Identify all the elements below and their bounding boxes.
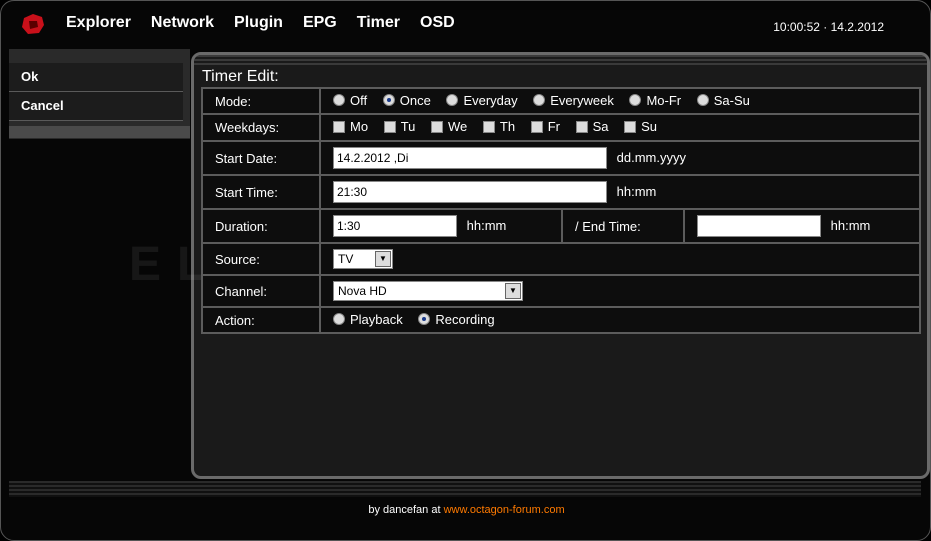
checkbox-icon — [383, 120, 396, 133]
checkbox-icon — [482, 120, 495, 133]
panel-title: Timer Edit: — [202, 68, 279, 85]
action-recording-radio[interactable]: Recording — [418, 312, 495, 327]
channel-row: Channel: Nova HD ▼ — [201, 274, 921, 308]
duration-label: Duration: — [201, 208, 321, 244]
start-date-hint: dd.mm.yyyy — [616, 150, 686, 165]
clock: 10:00:52 · 14.2.2012 — [773, 20, 884, 34]
duration-row: Duration: hh:mm / End Time: hh:mm — [201, 208, 921, 244]
radio-selected-icon — [382, 94, 395, 107]
mode-row: Mode: Off Once Everyday Everyweek Mo-Fr … — [201, 87, 921, 115]
panel-header-stripes — [194, 55, 927, 67]
end-time-input[interactable] — [697, 215, 821, 237]
radio-icon — [446, 94, 459, 107]
cancel-button[interactable]: Cancel — [9, 92, 183, 121]
radio-icon — [696, 94, 709, 107]
nav-osd[interactable]: OSD — [420, 14, 455, 32]
action-row: Action: Playback Recording — [201, 306, 921, 334]
nav-plugin[interactable]: Plugin — [234, 14, 283, 32]
octagon-logo-icon — [22, 14, 44, 34]
radio-icon — [333, 94, 345, 107]
mode-label: Mode: — [201, 87, 321, 115]
mode-everyday-radio[interactable]: Everyday — [446, 93, 518, 108]
source-row: Source: TV ▼ — [201, 242, 921, 276]
weekday-tu-checkbox[interactable]: Tu — [383, 119, 415, 134]
nav-network[interactable]: Network — [151, 14, 214, 32]
mode-options: Off Once Everyday Everyweek Mo-Fr Sa-Su — [319, 87, 921, 115]
start-time-hint: hh:mm — [616, 184, 657, 199]
start-time-label: Start Time: — [201, 174, 321, 210]
mode-everyweek-radio[interactable]: Everyweek — [533, 93, 614, 108]
nav-timer[interactable]: Timer — [357, 14, 400, 32]
ok-button[interactable]: Ok — [9, 63, 183, 92]
top-bar: Explorer Network Plugin EPG Timer OSD 10… — [1, 1, 930, 49]
footer: by dancefan at www.octagon-forum.com — [1, 504, 930, 516]
weekday-sa-checkbox[interactable]: Sa — [575, 119, 609, 134]
nav-epg[interactable]: EPG — [303, 14, 337, 32]
forum-link[interactable]: www.octagon-forum.com — [444, 504, 565, 516]
checkbox-icon — [624, 120, 637, 133]
start-date-cell: dd.mm.yyyy — [319, 140, 921, 176]
weekday-we-checkbox[interactable]: We — [431, 119, 467, 134]
action-options: Playback Recording — [319, 306, 921, 334]
action-label: Action: — [201, 306, 321, 334]
duration-input[interactable] — [333, 215, 457, 237]
duration-cell: hh:mm — [319, 208, 563, 244]
start-time-input[interactable] — [333, 181, 607, 203]
start-date-input[interactable] — [333, 147, 607, 169]
dropdown-arrow-icon: ▼ — [375, 251, 391, 267]
checkbox-icon — [530, 120, 543, 133]
source-value: TV — [338, 252, 354, 266]
end-time-hint: hh:mm — [830, 218, 871, 233]
dropdown-arrow-icon: ▼ — [505, 283, 521, 299]
source-select[interactable]: TV ▼ — [333, 249, 393, 269]
mode-mofr-radio[interactable]: Mo-Fr — [629, 93, 681, 108]
checkbox-icon — [575, 120, 588, 133]
source-label: Source: — [201, 242, 321, 276]
mode-off-radio[interactable]: Off — [333, 93, 367, 108]
radio-icon — [629, 94, 642, 107]
weekday-mo-checkbox[interactable]: Mo — [333, 119, 368, 134]
mode-sasu-radio[interactable]: Sa-Su — [696, 93, 750, 108]
mode-once-radio[interactable]: Once — [382, 93, 431, 108]
main-nav: Explorer Network Plugin EPG Timer OSD — [66, 14, 455, 32]
start-date-row: Start Date: dd.mm.yyyy — [201, 140, 921, 176]
sidebar-bottom-bar — [9, 126, 190, 138]
channel-cell: Nova HD ▼ — [319, 274, 921, 308]
end-time-cell: hh:mm — [683, 208, 921, 244]
sidebar: Ok Cancel — [9, 63, 183, 121]
duration-hint: hh:mm — [466, 218, 507, 233]
weekdays-label: Weekdays: — [201, 113, 321, 142]
channel-label: Channel: — [201, 274, 321, 308]
checkbox-icon — [333, 120, 345, 133]
radio-icon — [533, 94, 546, 107]
footer-text: by dancefan at — [368, 504, 441, 516]
start-date-label: Start Date: — [201, 140, 321, 176]
checkbox-icon — [431, 120, 444, 133]
action-playback-radio[interactable]: Playback — [333, 312, 403, 327]
radio-selected-icon — [418, 313, 431, 326]
weekdays-options: Mo Tu We Th Fr Sa Su — [319, 113, 921, 142]
start-time-row: Start Time: hh:mm — [201, 174, 921, 210]
timer-form: Mode: Off Once Everyday Everyweek Mo-Fr … — [201, 87, 921, 334]
weekday-fr-checkbox[interactable]: Fr — [530, 119, 560, 134]
source-cell: TV ▼ — [319, 242, 921, 276]
app-frame: Explorer Network Plugin EPG Timer OSD 10… — [0, 0, 931, 541]
weekday-su-checkbox[interactable]: Su — [624, 119, 657, 134]
start-time-cell: hh:mm — [319, 174, 921, 210]
weekdays-row: Weekdays: Mo Tu We Th Fr Sa Su — [201, 113, 921, 142]
channel-value: Nova HD — [338, 284, 387, 298]
radio-icon — [333, 313, 345, 326]
bottom-stripes — [9, 481, 921, 497]
nav-explorer[interactable]: Explorer — [66, 14, 131, 32]
end-time-label: / End Time: — [561, 208, 685, 244]
weekday-th-checkbox[interactable]: Th — [482, 119, 515, 134]
channel-select[interactable]: Nova HD ▼ — [333, 281, 523, 301]
